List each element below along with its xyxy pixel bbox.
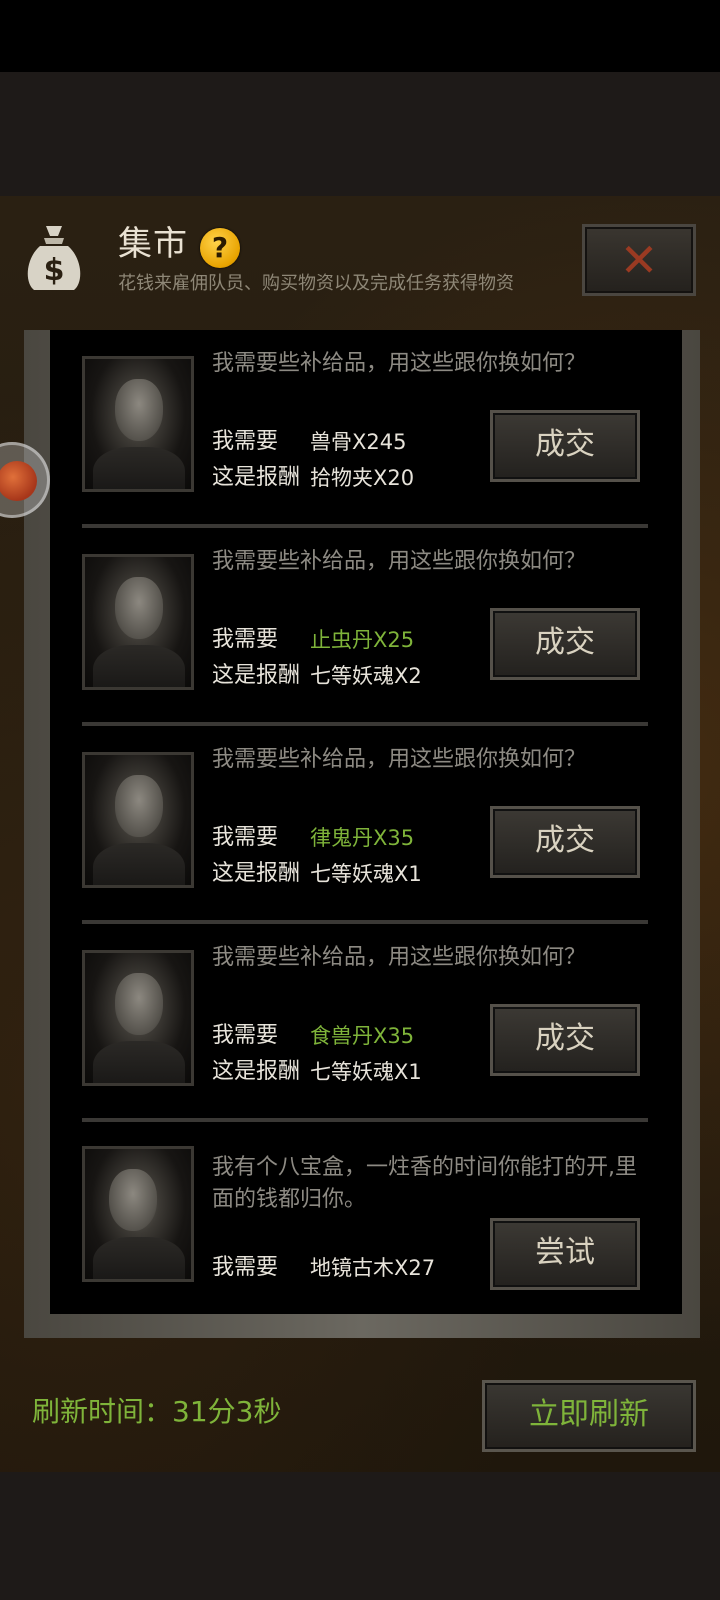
reward-item: 七等妖魂X2 [310, 664, 422, 688]
refresh-timer: 刷新时间：31分3秒 [32, 1395, 282, 1428]
trade-list[interactable]: 我需要些补给品，用这些跟你换如何？ 我需要 兽骨X245 这是报酬 拾物夹X20… [50, 330, 682, 1314]
need-label: 我需要 [212, 1255, 279, 1280]
need-item: 止虫丹X25 [310, 628, 415, 652]
deal-button[interactable]: 成交 [490, 806, 640, 878]
need-item: 律鬼丹X35 [310, 826, 415, 850]
svg-text:$: $ [44, 253, 65, 288]
need-item: 地镜古木X27 [310, 1256, 436, 1280]
close-button[interactable]: ✕ [582, 224, 696, 296]
trade-row: 我有个八宝盒，一炷香的时间你能打的开,里面的钱都归你。 我需要 地镜古木X27 … [50, 1122, 682, 1314]
page-subtitle: 花钱来雇佣队员、购买物资以及完成任务获得物资 [118, 273, 514, 294]
npc-portrait [82, 356, 194, 492]
need-item: 兽骨X245 [310, 430, 407, 454]
money-bag-icon: $ [27, 226, 81, 290]
reward-label: 这是报酬 [212, 861, 301, 886]
need-label: 我需要 [212, 825, 279, 850]
status-bar [0, 0, 720, 72]
deal-button[interactable]: 成交 [490, 410, 640, 482]
bottom-area [0, 1472, 720, 1600]
npc-portrait [82, 950, 194, 1086]
deal-button[interactable]: 成交 [490, 1004, 640, 1076]
trade-description: 我需要些补给品，用这些跟你换如何？ [212, 747, 587, 772]
trade-description: 我需要些补给品，用这些跟你换如何？ [212, 351, 587, 376]
need-label: 我需要 [212, 429, 279, 454]
assistant-icon [0, 461, 37, 501]
trade-description: 我有个八宝盒，一炷香的时间你能打的开,里面的钱都归你。 [212, 1155, 637, 1212]
need-label: 我需要 [212, 627, 279, 652]
trade-row: 我需要些补给品，用这些跟你换如何？ 我需要 止虫丹X25 这是报酬 七等妖魂X2… [50, 528, 682, 726]
reward-label: 这是报酬 [212, 663, 301, 688]
help-icon[interactable]: ? [200, 228, 240, 268]
trade-row: 我需要些补给品，用这些跟你换如何？ 我需要 兽骨X245 这是报酬 拾物夹X20… [50, 330, 682, 528]
need-label: 我需要 [212, 1023, 279, 1048]
npc-portrait [82, 752, 194, 888]
reward-label: 这是报酬 [212, 1059, 301, 1084]
npc-portrait [82, 1146, 194, 1282]
npc-portrait [82, 554, 194, 690]
reward-label: 这是报酬 [212, 465, 301, 490]
reward-item: 七等妖魂X1 [310, 862, 422, 886]
reward-item: 七等妖魂X1 [310, 1060, 422, 1084]
trade-row: 我需要些补给品，用这些跟你换如何？ 我需要 食兽丹X35 这是报酬 七等妖魂X1… [50, 924, 682, 1122]
trade-description: 我需要些补给品，用这些跟你换如何？ [212, 549, 587, 574]
page-title: 集市 [118, 224, 188, 264]
close-icon: ✕ [619, 233, 659, 287]
deal-button[interactable]: 成交 [490, 608, 640, 680]
trade-row: 我需要些补给品，用这些跟你换如何？ 我需要 律鬼丹X35 这是报酬 七等妖魂X1… [50, 726, 682, 924]
try-button[interactable]: 尝试 [490, 1218, 640, 1290]
reward-item: 拾物夹X20 [310, 466, 415, 490]
need-item: 食兽丹X35 [310, 1024, 415, 1048]
trade-description: 我需要些补给品，用这些跟你换如何？ [212, 945, 587, 970]
refresh-now-button[interactable]: 立即刷新 [482, 1380, 696, 1452]
